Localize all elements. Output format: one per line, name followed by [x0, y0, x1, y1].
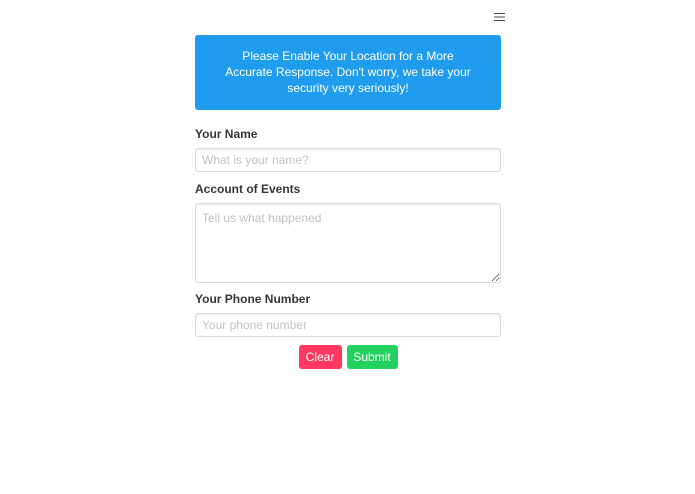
form-buttons: Clear Submit	[195, 345, 501, 369]
hamburger-menu-button[interactable]	[489, 8, 509, 26]
clear-button[interactable]: Clear	[298, 345, 342, 369]
location-notice-text: Please Enable Your Location for a More A…	[225, 49, 471, 95]
name-field: Your Name	[195, 127, 501, 172]
phone-label: Your Phone Number	[195, 292, 311, 306]
hamburger-menu-icon	[494, 13, 505, 21]
location-notice: Please Enable Your Location for a More A…	[195, 35, 501, 110]
submit-button[interactable]: Submit	[346, 345, 398, 369]
account-label: Account of Events	[195, 182, 301, 196]
account-field: Account of Events	[195, 182, 501, 283]
account-textarea[interactable]	[195, 203, 501, 283]
report-form-container: Please Enable Your Location for a More A…	[195, 35, 501, 369]
name-input[interactable]	[195, 148, 501, 172]
phone-field: Your Phone Number	[195, 292, 501, 337]
page: Please Enable Your Location for a More A…	[0, 0, 695, 494]
phone-input[interactable]	[195, 313, 501, 337]
name-label: Your Name	[195, 127, 258, 141]
